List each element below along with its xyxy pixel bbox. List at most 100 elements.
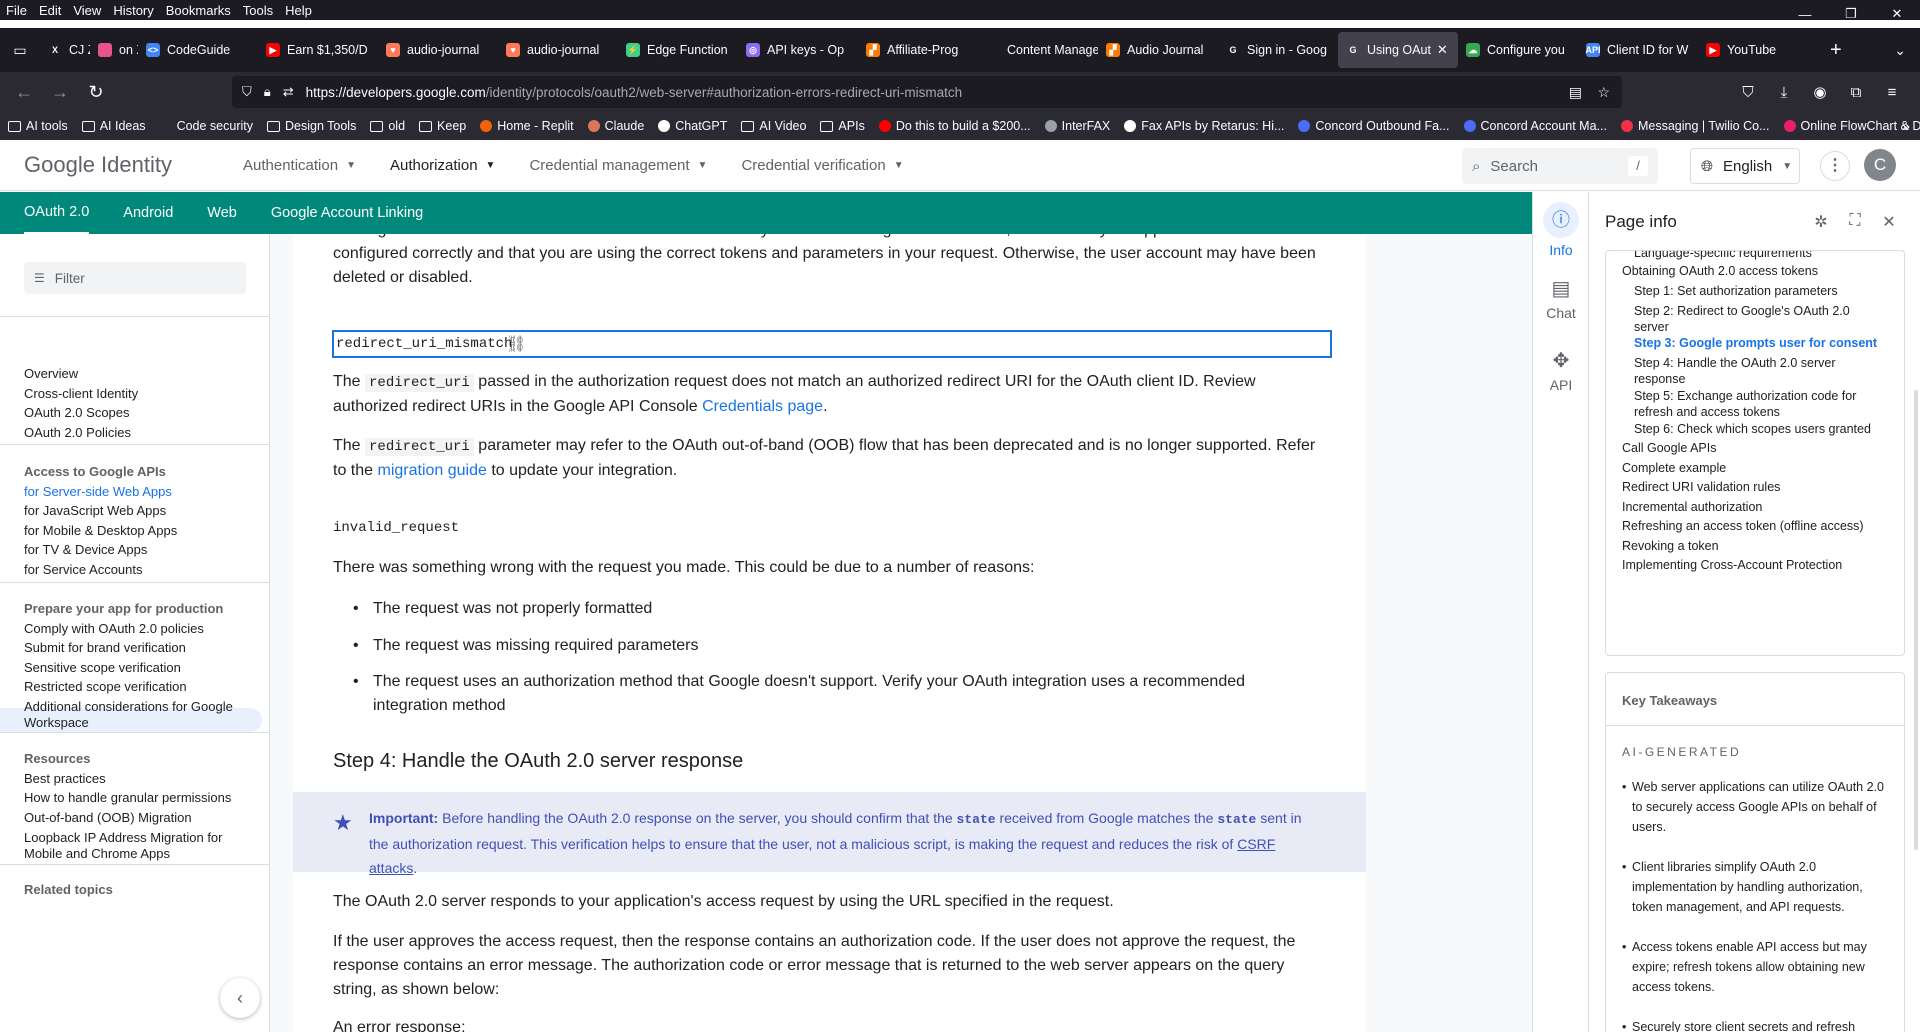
shield-icon[interactable]: ⛉ <box>242 84 252 100</box>
toc-item[interactable]: Step 6: Check which scopes users granted <box>1634 421 1884 437</box>
toc-item[interactable]: Step 1: Set authorization parameters <box>1634 283 1884 299</box>
bookmark-item[interactable]: Concord Account Ma... <box>1463 119 1607 133</box>
bookmark-item[interactable]: Concord Outbound Fa... <box>1298 119 1450 133</box>
bookmark-item[interactable]: Messaging | Twilio Co... <box>1620 119 1770 133</box>
menu-bookmarks[interactable]: Bookmarks <box>160 3 237 18</box>
toc-item[interactable]: Language-specific requirements <box>1634 251 1884 261</box>
browser-tab[interactable]: API Client ID for W <box>1578 32 1698 68</box>
bookmark-item[interactable]: Fax APIs by Retarus: Hi... <box>1124 119 1284 133</box>
lock-icon[interactable]: 🔒︎ <box>264 84 271 100</box>
new-tab-icon[interactable]: + <box>1830 39 1842 62</box>
left-nav-item[interactable]: for JavaScript Web Apps <box>24 503 254 519</box>
fullscreen-icon[interactable]: ⛶ <box>1838 212 1872 232</box>
left-nav-item[interactable]: for Server-side Web Apps <box>24 484 254 500</box>
collapse-nav-button[interactable]: ‹ <box>220 978 260 1018</box>
language-selector[interactable]: 🌐︎ English ▼ <box>1690 148 1800 184</box>
menu-file[interactable]: File <box>0 3 33 18</box>
bookmark-item[interactable]: AI Ideas <box>81 119 146 133</box>
tab-list-icon[interactable]: ▭ <box>0 42 40 59</box>
permissions-icon[interactable]: ⇄ <box>283 84 294 100</box>
close-icon[interactable]: ✕ <box>1872 212 1906 232</box>
restore-icon[interactable]: ❐ <box>1828 0 1874 28</box>
menu-edit[interactable]: Edit <box>33 3 67 18</box>
toc-item[interactable]: Revoking a token <box>1622 538 1897 554</box>
left-nav-item[interactable]: Overview <box>24 366 254 382</box>
reader-view-icon[interactable]: ▤ <box>1569 84 1582 101</box>
toc-item[interactable]: Step 4: Handle the OAuth 2.0 server resp… <box>1634 355 1884 387</box>
nav-credential-verification[interactable]: Credential verification ▼ <box>741 157 903 174</box>
link-icon[interactable]: ⛓ <box>506 334 526 354</box>
left-nav-item[interactable]: OAuth 2.0 Scopes <box>24 405 254 421</box>
bookmark-item[interactable]: AI tools <box>8 119 68 133</box>
left-nav-item[interactable]: Cross-client Identity <box>24 386 254 402</box>
search-input[interactable]: ⌕ Search / <box>1462 148 1658 184</box>
bookmark-item[interactable]: Design Tools <box>267 119 356 133</box>
left-nav-item[interactable]: for TV & Device Apps <box>24 542 254 558</box>
bookmark-item[interactable]: Keep <box>419 119 466 133</box>
browser-tab[interactable]: ◎ API keys - Op <box>738 32 858 68</box>
browser-tab[interactable]: <> CodeGuide <box>138 32 258 68</box>
url-bar[interactable]: ⛉ 🔒︎ ⇄ https://developers.google.com/ide… <box>232 76 1622 108</box>
nav-authentication[interactable]: Authentication ▼ <box>243 157 356 174</box>
browser-tab[interactable]: G Sign in - Goog <box>1218 32 1338 68</box>
google-identity-logo[interactable]: Google Identity <box>24 152 172 178</box>
browser-tab[interactable]: ▞ Audio Journal <box>1098 32 1218 68</box>
list-all-tabs-icon[interactable]: ⌄ <box>1894 42 1906 59</box>
bookmark-item[interactable]: Code security <box>159 119 253 133</box>
tab-api[interactable]: ✥ API <box>1533 348 1589 393</box>
pocket-icon[interactable]: ⛉ <box>1730 84 1766 101</box>
more-bookmarks-icon[interactable]: » <box>1902 118 1910 135</box>
close-tab-icon[interactable]: ✕ <box>1437 42 1448 58</box>
tab-info[interactable]: ⓘ Info <box>1533 202 1589 258</box>
toc-item[interactable]: Step 5: Exchange authorization code for … <box>1634 388 1884 420</box>
minimize-icon[interactable]: — <box>1782 0 1828 28</box>
left-nav-item[interactable]: Additional considerations for Google Wor… <box>24 699 254 731</box>
toc-item[interactable]: Step 2: Redirect to Google's OAuth 2.0 s… <box>1634 303 1884 335</box>
left-nav-item[interactable]: for Mobile & Desktop Apps <box>24 523 254 539</box>
menu-tools[interactable]: Tools <box>237 3 279 18</box>
bookmark-item[interactable]: ChatGPT <box>658 119 727 133</box>
toc-item[interactable]: Refreshing an access token (offline acce… <box>1622 518 1897 534</box>
bookmark-item[interactable]: APIs <box>820 119 865 133</box>
menu-view[interactable]: View <box>67 3 107 18</box>
toc-item[interactable]: Obtaining OAuth 2.0 access tokens <box>1622 263 1897 279</box>
menu-help[interactable]: Help <box>279 3 318 18</box>
browser-tab[interactable]: ⚡ Edge Function <box>618 32 738 68</box>
toc-item[interactable]: Step 3: Google prompts user for consent <box>1634 335 1884 351</box>
left-nav-item[interactable]: Best practices <box>24 771 254 787</box>
filter-input[interactable]: ☰ Filter <box>24 262 246 294</box>
scrollbar[interactable] <box>1914 390 1918 850</box>
migration-guide-link[interactable]: migration guide <box>377 462 486 479</box>
bookmark-star-icon[interactable]: ☆ <box>1597 84 1610 101</box>
reload-icon[interactable]: ↻ <box>78 82 114 103</box>
bookmark-item[interactable]: Online FlowChart & Di... <box>1783 119 1920 133</box>
bookmark-item[interactable]: AI Video <box>741 119 806 133</box>
browser-tab[interactable]: Content Manager <box>978 32 1098 68</box>
account-icon[interactable]: ◉ <box>1802 83 1838 101</box>
tab-oauth2[interactable]: OAuth 2.0 <box>24 192 90 235</box>
browser-tab[interactable]: ♥ audio-journal <box>378 32 498 68</box>
browser-tab[interactable]: G Using OAut ✕ <box>1338 32 1458 68</box>
bookmark-item[interactable]: Do this to build a $200... <box>878 119 1031 133</box>
browser-tab[interactable]: ▶ YouTube <box>1698 32 1818 68</box>
downloads-icon[interactable]: ⤓ <box>1766 84 1802 101</box>
menu-history[interactable]: History <box>107 3 159 18</box>
left-nav-item[interactable]: OAuth 2.0 Policies <box>24 425 254 441</box>
toc-item[interactable]: Redirect URI validation rules <box>1622 479 1897 495</box>
tab-chat[interactable]: ▤ Chat <box>1533 276 1589 321</box>
toc-item[interactable]: Call Google APIs <box>1622 440 1897 456</box>
menu-icon[interactable]: ≡ <box>1874 84 1910 101</box>
tab-android[interactable]: Android <box>123 193 173 233</box>
more-options-icon[interactable]: ⋮ <box>1820 151 1850 181</box>
browser-tab[interactable]: X CJ Z <box>40 32 90 68</box>
browser-tab[interactable]: ♥ audio-journal <box>498 32 618 68</box>
close-window-icon[interactable]: ✕ <box>1874 0 1920 28</box>
bookmark-item[interactable]: old <box>370 119 405 133</box>
avatar[interactable]: C <box>1864 149 1896 181</box>
left-nav-item[interactable]: Comply with OAuth 2.0 policies <box>24 621 254 637</box>
bookmark-item[interactable]: Claude <box>587 119 644 133</box>
nav-credential-management[interactable]: Credential management ▼ <box>529 157 707 174</box>
forward-icon[interactable]: → <box>42 82 78 103</box>
bookmark-item[interactable]: Home - Replit <box>480 119 574 133</box>
tab-web[interactable]: Web <box>207 193 237 233</box>
